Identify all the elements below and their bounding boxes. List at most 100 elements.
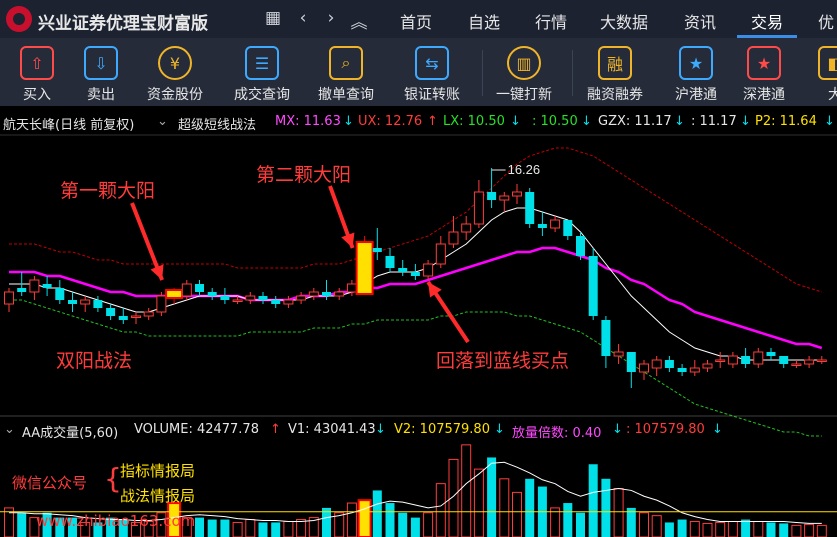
last-value: : 107579.80 [626, 422, 705, 437]
v2-value: V2: 107579.80 [394, 422, 490, 437]
volume-bar [207, 519, 217, 537]
annotation-pullback: 回落到蓝线买点 [436, 350, 570, 372]
candle-body [816, 359, 827, 362]
candle-body [766, 352, 776, 356]
volume-bar [195, 517, 204, 537]
volume-bar [410, 517, 420, 537]
v2-arrow: ↓ [494, 422, 505, 437]
candle-body [385, 256, 395, 268]
candle-body [702, 363, 713, 369]
volume-bar [271, 522, 281, 537]
volume-bar [677, 519, 687, 537]
volume-bar [423, 512, 434, 537]
candle-body [283, 299, 294, 305]
volume-bar [512, 491, 522, 537]
candle-body [220, 296, 230, 300]
high-price-label: 16.26 [508, 162, 541, 177]
candle-body [296, 295, 307, 301]
volume-bar [245, 519, 256, 537]
volume-dropdown-icon[interactable]: ⌄ [4, 422, 15, 437]
volume-bar [779, 523, 789, 537]
volume-value: VOLUME: 42477.78 [134, 422, 259, 437]
candle-body [42, 284, 52, 288]
volume-bar [588, 464, 598, 537]
candle-body [576, 236, 585, 256]
candle-body [55, 288, 65, 300]
volume-bar [816, 524, 827, 537]
volume-bar [499, 478, 510, 537]
candle-body [156, 295, 167, 313]
last-arrow: ↓ [712, 422, 723, 437]
volume-bar-highlight [357, 499, 372, 537]
candle-body [677, 368, 687, 372]
volume-bar [741, 519, 751, 537]
candle-body [271, 300, 281, 304]
candle-body [410, 272, 420, 276]
volume-bar [525, 478, 535, 537]
volume-bar [791, 524, 802, 537]
volume-bar [17, 512, 27, 537]
candle-body [779, 356, 789, 364]
candle-body [4, 291, 14, 305]
candle-body [461, 223, 472, 233]
candle-body [804, 359, 815, 365]
candle-body [423, 263, 434, 277]
volume-bar [651, 515, 662, 537]
candle-body [588, 256, 598, 316]
volume-indicator-name[interactable]: AA成交量(5,60) [22, 422, 118, 441]
candle-body [727, 355, 738, 365]
candle-body [118, 316, 128, 320]
candle-body [791, 363, 802, 366]
volume-bar [639, 512, 649, 537]
candle-body [512, 191, 522, 197]
highlight-candle [355, 241, 374, 295]
volume-bar [385, 503, 395, 537]
candle-body [398, 268, 408, 272]
wechat-label: 微信公众号 [12, 474, 88, 492]
candle-body [626, 352, 636, 372]
volume-bar [283, 520, 294, 537]
annotation-first-candle: 第一颗大阳 [60, 180, 156, 202]
candle-body [68, 300, 77, 304]
volume-bar [613, 488, 624, 537]
volume-bar [346, 502, 357, 537]
candle-body [372, 248, 382, 252]
volume-bar [715, 521, 726, 537]
watermark-line1: 指标情报局 [120, 462, 196, 480]
volume-bar [766, 522, 776, 537]
candle-body [639, 363, 649, 373]
volume-bar [753, 520, 764, 537]
blue-line-ma [9, 246, 823, 350]
candle-body [601, 320, 611, 356]
volume-bar [435, 483, 446, 537]
volume-bar [372, 490, 382, 537]
volume-bar [601, 478, 611, 537]
candle-body [651, 359, 662, 369]
candle-body [741, 356, 751, 364]
annotation-second-candle: 第二颗大阳 [256, 164, 352, 186]
volume-bar [296, 519, 307, 537]
volume-bar [689, 520, 700, 537]
candle-body [80, 299, 91, 305]
candle-body [753, 351, 764, 365]
candle-body [715, 359, 726, 362]
candle-body [308, 291, 319, 297]
candle-body [664, 360, 674, 368]
candle-body [258, 296, 268, 300]
candle-body [613, 351, 624, 357]
candle-body [106, 308, 116, 316]
candle-body [435, 243, 446, 265]
v1-value: V1: 43041.43 [288, 422, 376, 437]
candle-body [245, 295, 256, 301]
candle-body [17, 288, 27, 292]
volume-bar [727, 520, 738, 537]
candle-body [195, 284, 204, 292]
volume-bar [232, 521, 243, 537]
ratio-arrow: ↓ [612, 422, 623, 437]
candle-body [499, 195, 510, 201]
candle-body [550, 219, 561, 229]
candle-body [525, 192, 535, 224]
candle-body [334, 291, 345, 297]
volume-bar [258, 522, 268, 537]
candle-body [448, 231, 459, 245]
